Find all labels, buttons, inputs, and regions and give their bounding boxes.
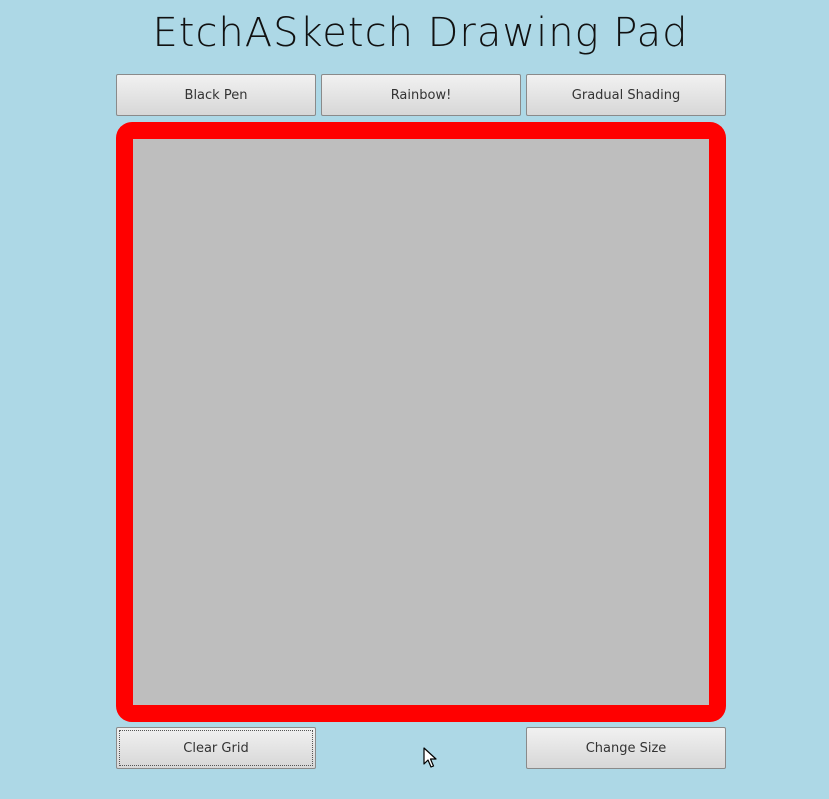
- gradual-shading-button[interactable]: Gradual Shading: [526, 74, 726, 116]
- change-size-button[interactable]: Change Size: [526, 727, 726, 769]
- page-title: EtchASketch Drawing Pad: [152, 10, 689, 56]
- drawing-pad-frame: [116, 122, 726, 722]
- black-pen-button[interactable]: Black Pen: [116, 74, 316, 116]
- drawing-grid[interactable]: [133, 139, 709, 705]
- rainbow-button[interactable]: Rainbow!: [321, 74, 521, 116]
- clear-grid-button[interactable]: Clear Grid: [116, 727, 316, 769]
- mouse-pointer-icon: [423, 747, 437, 768]
